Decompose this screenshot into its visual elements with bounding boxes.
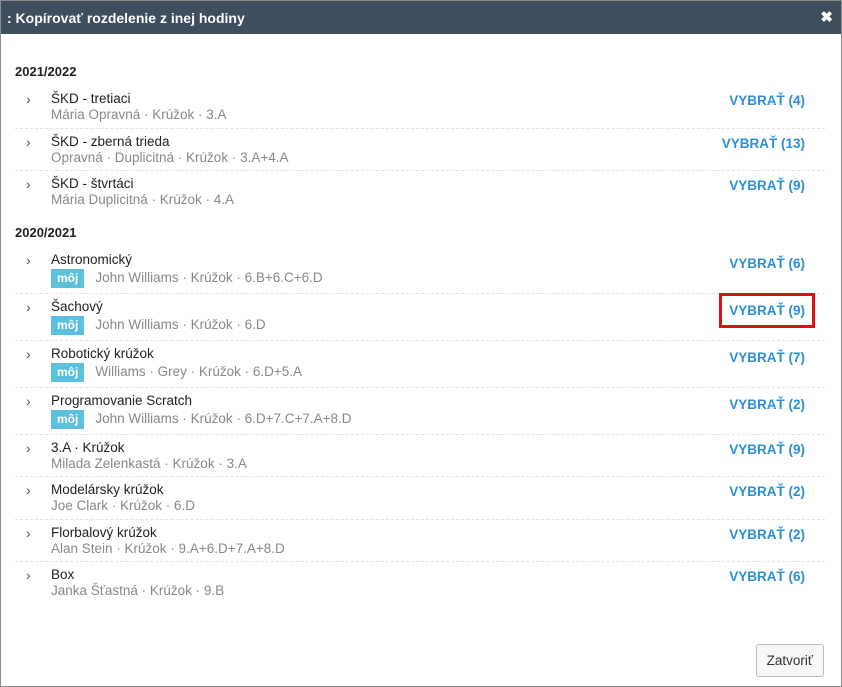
item-name: ŠKD - štvrtáci (51, 176, 134, 191)
item-meta: Opravná · Duplicitná · Krúžok · 3.A+4.A (51, 149, 289, 165)
item-details: môj Williams · Grey · Krúžok · 6.D+5.A (51, 362, 825, 382)
select-button[interactable]: VYBRAŤ (13) (722, 136, 805, 151)
chevron-right-icon[interactable]: › (15, 562, 51, 583)
mine-badge: môj (51, 315, 85, 335)
chevron-right-icon[interactable]: › (15, 171, 51, 192)
select-button[interactable]: VYBRAŤ (9) (719, 292, 815, 328)
chevron-right-icon[interactable]: › (15, 435, 51, 456)
mine-badge: môj (51, 268, 85, 288)
item-info: Box Janka Šťastná · Krúžok · 9.B (51, 562, 825, 599)
item-name: Astronomický (51, 251, 133, 267)
select-button[interactable]: VYBRAŤ (7) (729, 350, 805, 365)
chevron-right-icon[interactable]: › (15, 294, 51, 315)
list-item[interactable]: › Modelársky krúžok Joe Clark · Krúžok · 6… (15, 477, 825, 520)
select-button[interactable]: VYBRAŤ (6) (729, 256, 805, 271)
item-details: môj John Williams · Krúžok · 6.D+7.C+7.A+… (51, 409, 825, 429)
item-info: 3.A · Krúžok Milada Zelenkastá · Krúžok ·… (51, 435, 825, 472)
item-meta: Joe Clark · Krúžok · 6.D (51, 498, 196, 513)
chevron-right-icon[interactable]: › (15, 388, 51, 409)
lessons-list: 2021/2022 › ŠKD - tretiaci Mária Opravná · … (1, 64, 841, 604)
chevron-right-icon[interactable]: › (15, 341, 51, 362)
item-info: ŠKD - tretiaci Mária Opravná · Krúžok · 3… (51, 86, 825, 123)
item-name: Šachový (51, 298, 103, 314)
select-button[interactable]: VYBRAŤ (9) (729, 442, 805, 457)
list-item[interactable]: › Robotický krúžok môj Williams · Grey · Kr… (15, 341, 825, 388)
list-item[interactable]: › ŠKD - štvrtáci Mária Duplicitná · Krúžok… (15, 171, 825, 213)
year-heading: 2020/2021 (15, 224, 77, 240)
dialog-title: : Kopírovať rozdelenie z inej hodiny (7, 9, 245, 26)
item-name: 3.A · Krúžok (51, 439, 125, 455)
item-details: Opravná · Duplicitná · Krúžok · 3.A+4.A (51, 150, 825, 166)
chevron-right-icon[interactable]: › (15, 477, 51, 498)
year-heading: 2021/2022 (15, 64, 77, 79)
item-info: Programovanie Scratch môj John Williams · … (51, 388, 825, 429)
dialog-titlebar: : Kopírovať rozdelenie z inej hodiny ✖ (1, 1, 841, 34)
chevron-right-icon[interactable]: › (15, 520, 51, 541)
item-info: Modelársky krúžok Joe Clark · Krúžok · 6.… (51, 477, 825, 514)
item-meta: Mária Duplicitná · Krúžok · 4.A (51, 192, 235, 207)
chevron-right-icon[interactable]: › (15, 129, 51, 150)
list-item[interactable]: › Astronomický môj John Williams · Krúžok ·… (15, 247, 825, 294)
select-button[interactable]: VYBRAŤ (9) (729, 178, 805, 193)
item-name: Programovanie Scratch (51, 392, 193, 408)
item-name: ŠKD - zberná trieda (51, 133, 170, 149)
item-info: ŠKD - zberná trieda Opravná · Duplicitná … (51, 129, 825, 166)
list-item[interactable]: › Programovanie Scratch môj John Williams ·… (15, 388, 825, 435)
item-details: Janka Šťastná · Krúžok · 9.B (51, 583, 825, 599)
list-item[interactable]: › Box Janka Šťastná · Krúžok · 9.B VYBRAŤ (… (15, 562, 825, 604)
item-meta: John Williams · Krúžok · 6.D (95, 316, 266, 332)
select-button[interactable]: VYBRAŤ (2) (729, 397, 805, 412)
item-meta: John Williams · Krúžok · 6.B+6.C+6.D (95, 269, 323, 285)
item-meta: Williams · Grey · Krúžok · 6.D+5.A (95, 363, 303, 379)
mine-badge: môj (51, 362, 85, 382)
item-info: Astronomický môj John Williams · Krúžok · … (51, 247, 825, 288)
close-icon[interactable]: ✖ (820, 10, 833, 25)
item-details: môj John Williams · Krúžok · 6.D (51, 315, 825, 335)
item-meta: Mária Opravná · Krúžok · 3.A (51, 107, 227, 122)
select-button[interactable]: VYBRAŤ (2) (729, 527, 805, 542)
item-details: Joe Clark · Krúžok · 6.D (51, 498, 825, 514)
item-name: Box (51, 567, 75, 582)
list-item[interactable]: › 3.A · Krúžok Milada Zelenkastá · Krúžok … (15, 435, 825, 477)
item-meta: Janka Šťastná · Krúžok · 9.B (51, 583, 225, 598)
list-item[interactable]: › Florbalový krúžok Alan Stein · Krúžok · … (15, 520, 825, 562)
item-name: Modelársky krúžok (51, 482, 164, 497)
item-info: Robotický krúžok môj Williams · Grey · Krú… (51, 341, 825, 382)
item-details: Mária Opravná · Krúžok · 3.A (51, 107, 825, 123)
copy-distribution-dialog: : Kopírovať rozdelenie z inej hodiny ✖ 2… (0, 0, 842, 687)
mine-badge: môj (51, 409, 85, 429)
item-meta: John Williams · Krúžok · 6.D+7.C+7.A+8.D (95, 410, 352, 426)
item-info: ŠKD - štvrtáci Mária Duplicitná · Krúžok … (51, 171, 825, 208)
item-info: Florbalový krúžok Alan Stein · Krúžok · 9… (51, 520, 825, 557)
item-details: Alan Stein · Krúžok · 9.A+6.D+7.A+8.D (51, 541, 825, 557)
select-button[interactable]: VYBRAŤ (6) (729, 569, 805, 584)
item-name: Robotický krúžok (51, 345, 154, 361)
dialog-footer: Zatvoriť (755, 644, 824, 677)
chevron-right-icon[interactable]: › (15, 86, 51, 107)
close-button[interactable]: Zatvoriť (755, 644, 824, 677)
item-name: ŠKD - tretiaci (51, 91, 131, 106)
item-meta: Milada Zelenkastá · Krúžok · 3.A (51, 455, 247, 471)
item-details: Milada Zelenkastá · Krúžok · 3.A (51, 456, 825, 472)
list-item[interactable]: › ŠKD - tretiaci Mária Opravná · Krúžok · … (15, 86, 825, 129)
item-details: môj John Williams · Krúžok · 6.B+6.C+6.D (51, 268, 825, 288)
chevron-right-icon[interactable]: › (15, 247, 51, 268)
list-item[interactable]: › Šachový môj John Williams · Krúžok · 6.D V… (15, 292, 825, 341)
select-button[interactable]: VYBRAŤ (4) (729, 93, 805, 108)
item-info: Šachový môj John Williams · Krúžok · 6.D (51, 294, 825, 335)
list-item[interactable]: › ŠKD - zberná trieda Opravná · Duplicitná… (15, 129, 825, 171)
item-details: Mária Duplicitná · Krúžok · 4.A (51, 192, 825, 208)
item-meta: Alan Stein · Krúžok · 9.A+6.D+7.A+8.D (51, 540, 285, 556)
select-button[interactable]: VYBRAŤ (2) (729, 484, 805, 499)
item-name: Florbalový krúžok (51, 524, 157, 540)
